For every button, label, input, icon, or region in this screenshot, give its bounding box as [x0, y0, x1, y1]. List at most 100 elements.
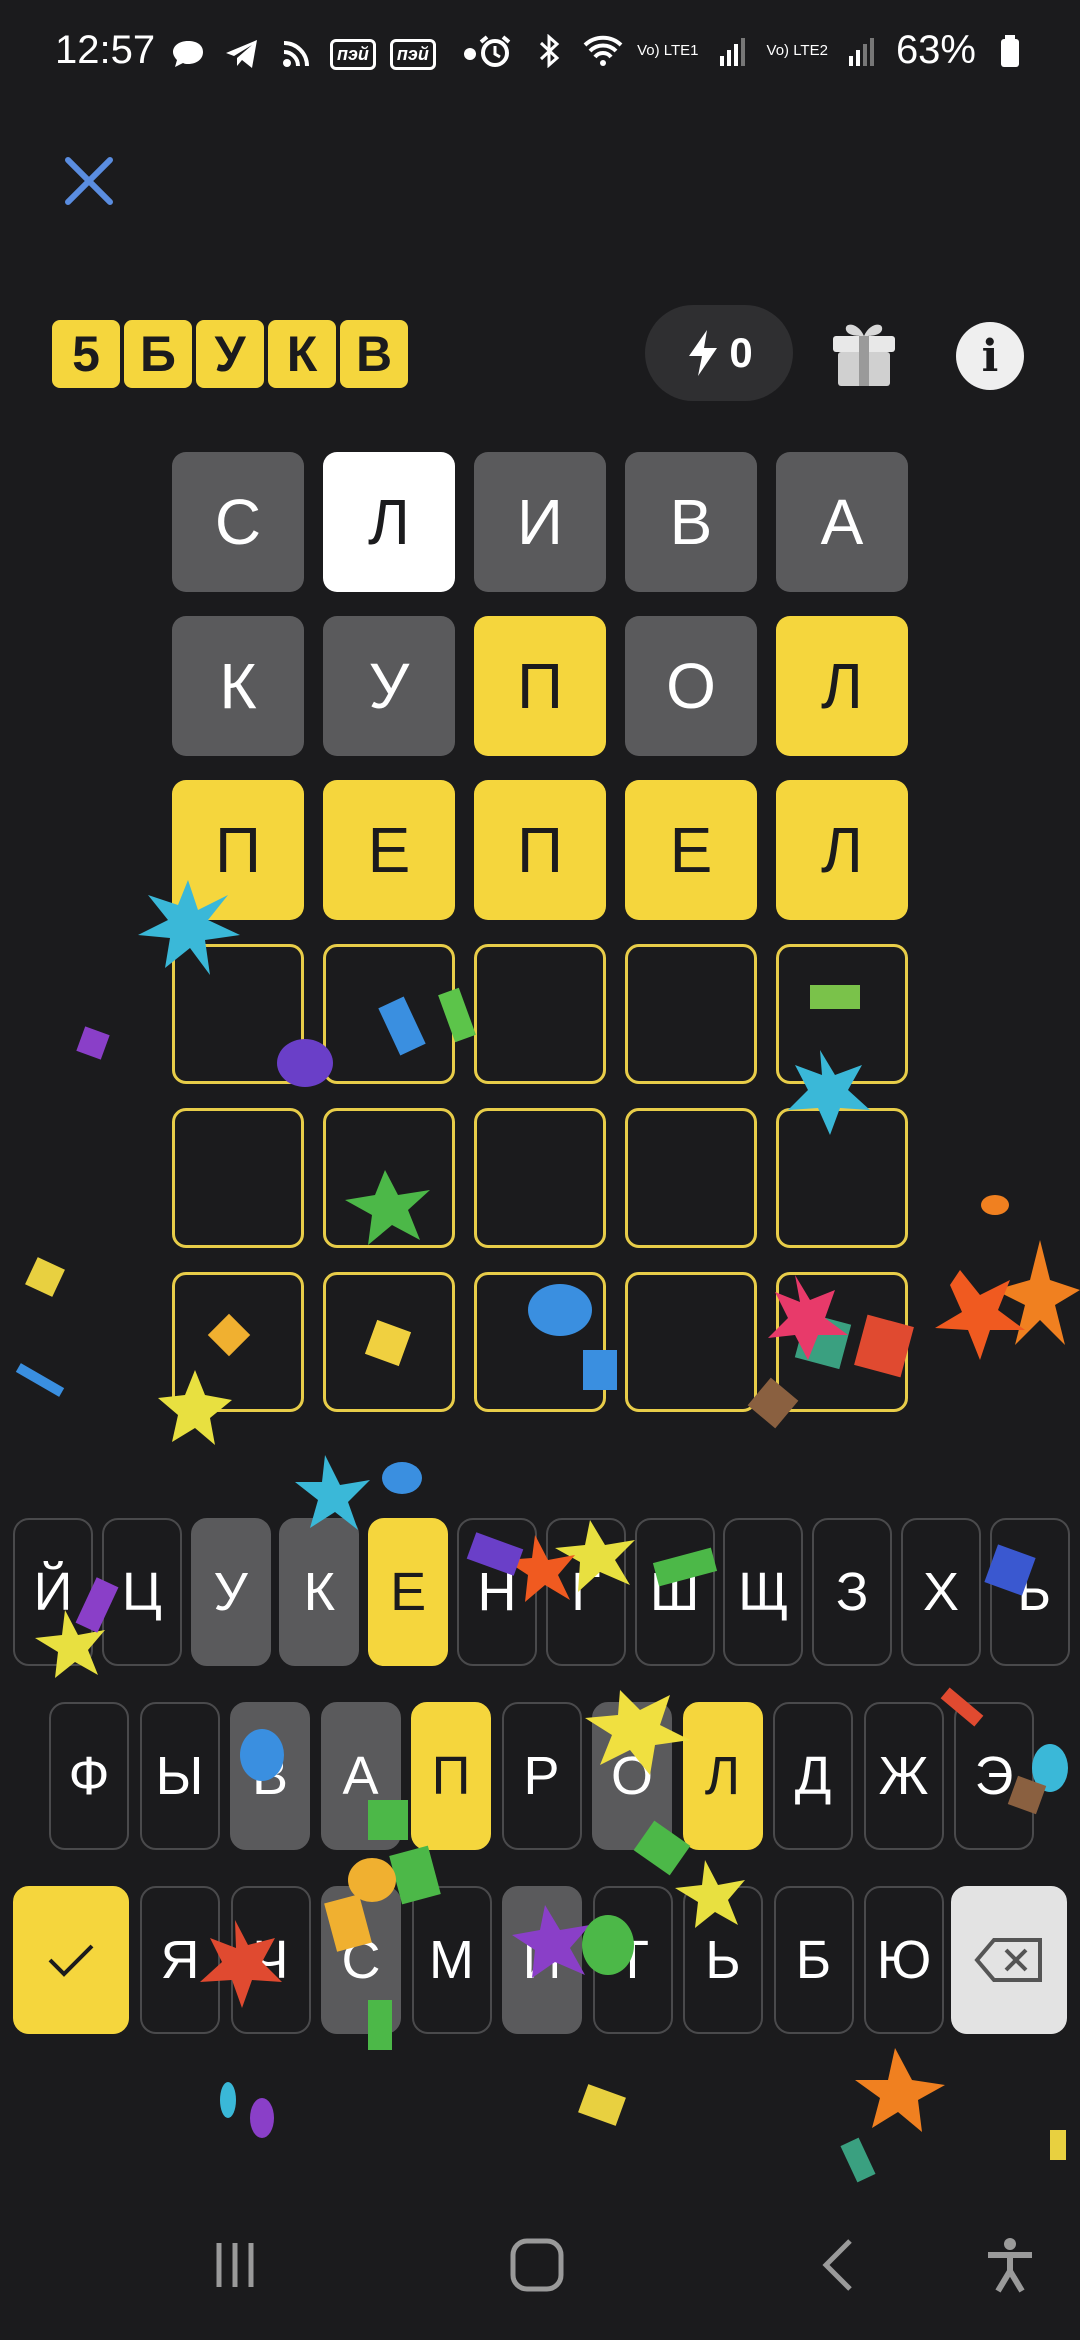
- board-tile-filled: В: [625, 452, 757, 592]
- key-letter[interactable]: В: [230, 1702, 310, 1850]
- game-logo: 5 Б У К В: [52, 320, 408, 388]
- lte2-signal-icon: Vo) LTE2: [766, 41, 828, 59]
- key-letter[interactable]: Л: [682, 1702, 763, 1850]
- back-button[interactable]: [795, 2220, 885, 2310]
- confetti-piece: [578, 2084, 626, 2126]
- key-letter[interactable]: Ж: [863, 1702, 944, 1850]
- board-tile-empty: [776, 1108, 908, 1248]
- key-letter[interactable]: А: [320, 1702, 401, 1850]
- energy-button[interactable]: 0: [645, 305, 793, 401]
- key-letter[interactable]: М: [411, 1886, 492, 2034]
- key-letter[interactable]: Х: [901, 1518, 981, 1666]
- key-letter[interactable]: Е: [368, 1518, 449, 1666]
- key-letter[interactable]: Ф: [49, 1702, 129, 1850]
- key-letter[interactable]: Р: [501, 1702, 582, 1850]
- checkmark-icon: [48, 1944, 94, 1977]
- board-tile-empty: [172, 944, 304, 1084]
- board-tile-empty: [474, 1272, 606, 1412]
- board-tile-empty: [776, 1272, 908, 1412]
- signal-bars-icon: [713, 31, 753, 71]
- confetti-piece: [15, 1363, 65, 1397]
- close-button[interactable]: [58, 150, 120, 212]
- confetti-piece: [76, 1026, 110, 1060]
- board-tile-filled: У: [323, 616, 455, 756]
- board-tile-empty: [474, 1108, 606, 1248]
- key-letter[interactable]: Ц: [101, 1518, 182, 1666]
- board-tile-empty: [625, 1272, 757, 1412]
- board-tile-filled: И: [474, 452, 606, 592]
- enter-key[interactable]: [13, 1886, 129, 2034]
- board-tile-filled: П: [474, 616, 606, 756]
- telegram-icon: [222, 34, 262, 74]
- keyboard-row-2: ФЫВАПРОЛДЖЭ: [0, 1702, 1080, 1850]
- confetti-piece: [981, 1195, 1009, 1215]
- alarm-icon: [475, 31, 515, 71]
- key-letter[interactable]: Ь: [683, 1886, 763, 2034]
- confetti-star: [995, 1240, 1080, 1345]
- key-letter[interactable]: Н: [457, 1518, 537, 1666]
- key-letter[interactable]: Ъ: [989, 1518, 1070, 1666]
- backspace-key[interactable]: [951, 1886, 1067, 2034]
- key-letter[interactable]: Д: [773, 1702, 853, 1850]
- recent-apps-icon: [216, 2243, 254, 2287]
- key-letter[interactable]: З: [812, 1518, 893, 1666]
- app-screen: 12:57 пэй пэй Vo) LTE1 Vo) LTE2 63% 5 Б …: [0, 0, 1080, 2340]
- backspace-icon: [974, 1938, 1042, 1982]
- energy-count: 0: [729, 329, 753, 376]
- key-letter[interactable]: О: [592, 1702, 672, 1850]
- board-tile-filled: О: [625, 616, 757, 756]
- home-icon: [510, 2238, 564, 2292]
- key-letter[interactable]: Г: [545, 1518, 626, 1666]
- key-letter[interactable]: Я: [140, 1886, 220, 2034]
- board-tile-filled: Л: [323, 452, 455, 592]
- battery-percent: 63%: [895, 28, 976, 72]
- key-letter[interactable]: Э: [954, 1702, 1034, 1850]
- confetti-piece: [220, 2082, 236, 2118]
- logo-letter: К: [268, 320, 336, 388]
- home-button[interactable]: [492, 2220, 582, 2310]
- confetti-piece: [840, 2137, 876, 2183]
- key-letter[interactable]: П: [411, 1702, 491, 1850]
- status-time: 12:57: [55, 28, 156, 72]
- logo-letter: 5: [52, 320, 120, 388]
- keyboard-row-1: ЙЦУКЕНГШЩЗХЪ: [0, 1518, 1080, 1666]
- chat-bubble-icon: [168, 34, 208, 74]
- gift-button[interactable]: [830, 318, 898, 388]
- key-letter[interactable]: Т: [592, 1886, 673, 2034]
- board-tile-empty: [625, 1108, 757, 1248]
- gift-icon: [833, 324, 895, 386]
- confetti-piece: [1050, 2130, 1066, 2160]
- key-letter[interactable]: У: [190, 1518, 271, 1666]
- key-letter[interactable]: Щ: [723, 1518, 804, 1666]
- key-letter[interactable]: К: [279, 1518, 360, 1666]
- status-right: Vo) LTE1 Vo) LTE2 63%: [475, 28, 1030, 73]
- wifi-icon: [583, 31, 623, 71]
- key-letter[interactable]: Ы: [139, 1702, 220, 1850]
- board-tile-filled: С: [172, 452, 304, 592]
- status-left-icons: пэй пэй: [168, 34, 490, 74]
- confetti-star: [855, 2048, 945, 2132]
- key-letter[interactable]: С: [321, 1886, 401, 2034]
- back-icon: [822, 2239, 852, 2291]
- info-icon: i: [981, 330, 999, 382]
- board-tile-filled: П: [172, 780, 304, 920]
- recent-apps-button[interactable]: [190, 2220, 280, 2310]
- app-badge-icon: пэй: [389, 38, 436, 70]
- board-tile-filled: Л: [776, 616, 908, 756]
- bluetooth-icon: [529, 31, 569, 71]
- board-tile-filled: Е: [625, 780, 757, 920]
- board-tile-empty: [323, 1108, 455, 1248]
- key-letter[interactable]: Ш: [634, 1518, 715, 1666]
- key-letter[interactable]: Ю: [864, 1886, 944, 2034]
- signal-bars-icon: [842, 31, 882, 71]
- accessibility-button[interactable]: [965, 2220, 1055, 2310]
- info-button[interactable]: i: [956, 322, 1024, 390]
- board-tile-filled: Е: [323, 780, 455, 920]
- key-letter[interactable]: И: [502, 1886, 582, 2034]
- key-letter[interactable]: Б: [773, 1886, 854, 2034]
- key-letter[interactable]: Ч: [230, 1886, 311, 2034]
- lightning-icon: [689, 330, 718, 376]
- key-letter[interactable]: Й: [13, 1518, 93, 1666]
- logo-letter: Б: [124, 320, 192, 388]
- rss-icon: [276, 34, 316, 74]
